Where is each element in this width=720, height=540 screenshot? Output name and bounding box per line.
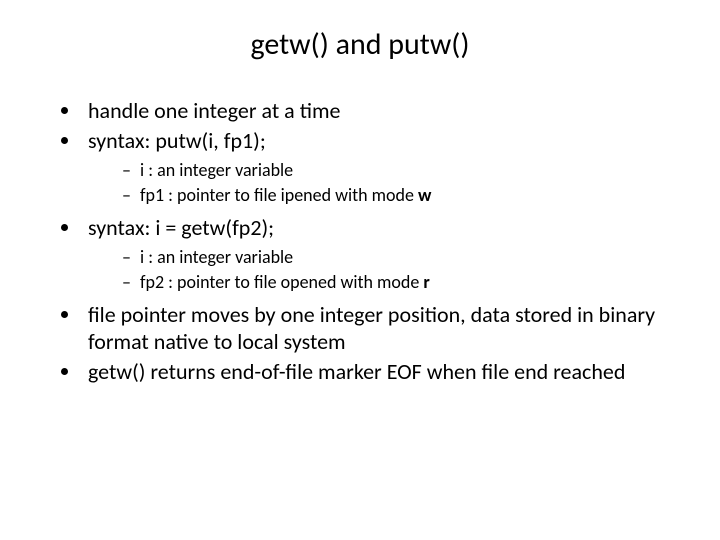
sub-bullet-item: i : an integer variable [122, 245, 690, 269]
slide: getw() and putw() handle one integer at … [0, 0, 720, 540]
sub-bullet-item: fp1 : pointer to file ipened with mode w [122, 183, 690, 207]
sub-bullet-item: i : an integer variable [122, 158, 690, 182]
bullet-text: syntax: i = getw(fp2); [88, 214, 274, 241]
sub-bullet-item: fp2 : pointer to file opened with mode r [122, 270, 690, 294]
bullet-text: syntax: putw(i, fp1); [88, 127, 266, 154]
bullet-list: handle one integer at a time syntax: put… [30, 97, 690, 385]
bullet-item: getw() returns end-of-file marker EOF wh… [82, 358, 690, 386]
bullet-item: handle one integer at a time [82, 97, 690, 125]
sub-bullet-text: fp1 : pointer to file ipened with mode [140, 184, 418, 206]
sub-bullet-list: i : an integer variable fp2 : pointer to… [88, 245, 690, 295]
bullet-item: syntax: putw(i, fp1); i : an integer var… [82, 127, 690, 208]
slide-title: getw() and putw() [30, 26, 690, 63]
sub-bullet-list: i : an integer variable fp1 : pointer to… [88, 158, 690, 208]
mode-letter: w [418, 184, 431, 206]
mode-letter: r [423, 271, 429, 293]
sub-bullet-text: fp2 : pointer to file opened with mode [140, 271, 423, 293]
bullet-item: syntax: i = getw(fp2); i : an integer va… [82, 214, 690, 295]
bullet-item: file pointer moves by one integer positi… [82, 301, 690, 356]
